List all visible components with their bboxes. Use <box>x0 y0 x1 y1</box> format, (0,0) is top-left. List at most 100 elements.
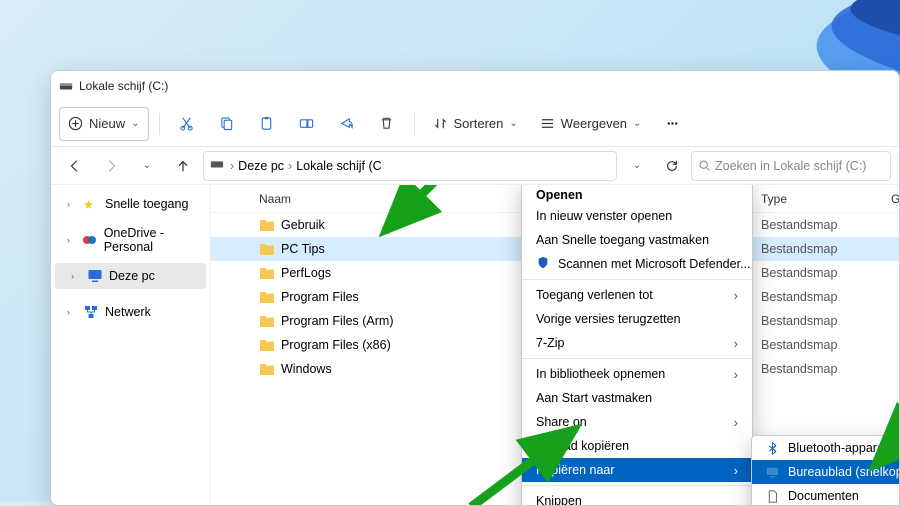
sort-button-label: Sorteren <box>454 116 504 131</box>
menu-item-copy-as-path[interactable]: Als pad kopiëren <box>522 434 752 458</box>
sidebar-item-network[interactable]: › Netwerk <box>51 299 210 325</box>
chevron-right-icon: › <box>67 235 76 245</box>
sidebar-item-label: Netwerk <box>105 305 151 319</box>
cell-name: Program Files (Arm) <box>281 314 394 328</box>
cell-type: Bestandsmap <box>761 218 891 232</box>
chevron-right-icon: › <box>67 199 77 209</box>
more-button[interactable] <box>655 107 689 141</box>
command-bar: Nieuw ⌄ Sorteren ⌄ Weergeven <box>51 101 899 147</box>
forward-button[interactable] <box>95 151 127 181</box>
context-menu-header: Openen <box>522 185 752 204</box>
cell-name: Windows <box>281 362 332 376</box>
folder-icon <box>259 266 275 280</box>
new-button[interactable]: Nieuw ⌄ <box>59 107 149 141</box>
right-columns: Type Grootte Bestandsmap Bestandsmap Bes… <box>761 185 899 381</box>
sidebar-item-label: Deze pc <box>109 269 155 283</box>
network-icon <box>83 304 99 320</box>
menu-item-defender-scan[interactable]: Scannen met Microsoft Defender... <box>522 252 752 276</box>
cell-name: Program Files <box>281 290 359 304</box>
chevron-right-icon: › <box>230 159 234 173</box>
sidebar-item-this-pc[interactable]: › Deze pc <box>55 263 206 289</box>
submenu-item-desktop-shortcut[interactable]: Bureaublad (snelkoppeling maken) <box>752 460 899 484</box>
search-input[interactable]: Zoeken in Lokale schijf (C:) <box>691 151 891 181</box>
cell-name: Program Files (x86) <box>281 338 391 352</box>
column-header-size[interactable]: Grootte <box>891 192 899 206</box>
chevron-down-icon: ⌄ <box>143 160 151 171</box>
cell-type: Bestandsmap <box>761 314 891 328</box>
cell-name: PC Tips <box>281 242 325 256</box>
rename-button[interactable] <box>290 107 324 141</box>
column-header-type[interactable]: Type <box>761 192 891 206</box>
cell-type: Bestandsmap <box>761 266 891 280</box>
delete-button[interactable] <box>370 107 404 141</box>
nav-row: ⌄ › Deze pc › Lokale schijf (C ⌄ Zoeken … <box>51 147 899 185</box>
chevron-right-icon: › <box>67 307 77 317</box>
folder-icon <box>259 242 275 256</box>
sort-button[interactable]: Sorteren ⌄ <box>425 107 526 141</box>
copy-button[interactable] <box>210 107 244 141</box>
chevron-right-icon: › <box>71 271 81 281</box>
recent-button[interactable]: ⌄ <box>131 151 163 181</box>
search-icon <box>698 159 711 172</box>
file-explorer-window: Lokale schijf (C:) Nieuw ⌄ Sort <box>50 70 900 506</box>
back-button[interactable] <box>59 151 91 181</box>
explorer-body: › ★ Snelle toegang › OneDrive - Personal… <box>51 185 899 505</box>
cell-type: Bestandsmap <box>761 362 891 376</box>
search-placeholder: Zoeken in Lokale schijf (C:) <box>715 159 866 173</box>
shield-icon <box>536 256 550 273</box>
monitor-icon <box>87 268 103 284</box>
paste-button[interactable] <box>250 107 284 141</box>
view-button[interactable]: Weergeven ⌄ <box>532 107 650 141</box>
cell-name: PerfLogs <box>281 266 331 280</box>
separator <box>414 113 415 135</box>
chevron-down-icon: ⌄ <box>131 118 139 129</box>
menu-item-copy-to[interactable]: Kopiëren naar <box>522 458 752 482</box>
chevron-down-icon: ⌄ <box>509 118 517 129</box>
sidebar-item-label: Snelle toegang <box>105 197 188 211</box>
sidebar-item-onedrive[interactable]: › OneDrive - Personal <box>51 227 210 253</box>
new-button-label: Nieuw <box>89 116 125 131</box>
folder-icon <box>259 314 275 328</box>
sidebar-item-quick-access[interactable]: › ★ Snelle toegang <box>51 191 210 217</box>
menu-item-pin-quick-access[interactable]: Aan Snelle toegang vastmaken <box>522 228 752 252</box>
menu-item-include-library[interactable]: In bibliotheek opnemen <box>522 362 752 386</box>
share-button[interactable] <box>330 107 364 141</box>
desktop-icon <box>764 466 780 479</box>
cut-button[interactable] <box>170 107 204 141</box>
submenu-item-documents[interactable]: Documenten <box>752 484 899 505</box>
folder-icon <box>259 290 275 304</box>
menu-item-share-on[interactable]: Share on <box>522 410 752 434</box>
separator <box>159 113 160 135</box>
view-button-label: Weergeven <box>561 116 627 131</box>
cell-type: Bestandsmap <box>761 290 891 304</box>
breadcrumb[interactable]: › Deze pc › Lokale schijf (C <box>203 151 617 181</box>
menu-item-cut[interactable]: Knippen <box>522 489 752 505</box>
menu-item-grant-access[interactable]: Toegang verlenen tot <box>522 283 752 307</box>
bluetooth-icon <box>764 442 780 455</box>
file-list: Naam Gebruik PC Tips PerfLogs Program Fi… <box>211 185 899 505</box>
chevron-right-icon: › <box>288 159 292 173</box>
folder-icon <box>259 362 275 376</box>
folder-icon <box>259 338 275 352</box>
submenu-item-bluetooth[interactable]: Bluetooth-apparaat <box>752 436 899 460</box>
menu-item-pin-start[interactable]: Aan Start vastmaken <box>522 386 752 410</box>
menu-item-open-new-window[interactable]: In nieuw venster openen <box>522 204 752 228</box>
title-bar: Lokale schijf (C:) <box>51 71 899 101</box>
context-submenu: Bluetooth-apparaat Bureaublad (snelkoppe… <box>751 435 899 505</box>
refresh-button[interactable] <box>657 151 687 181</box>
up-button[interactable] <box>167 151 199 181</box>
menu-item-7zip[interactable]: 7-Zip <box>522 331 752 355</box>
breadcrumb-dropdown[interactable]: ⌄ <box>621 151 653 181</box>
menu-item-previous-versions[interactable]: Vorige versies terugzetten <box>522 307 752 331</box>
cell-type: Bestandsmap <box>761 242 891 256</box>
folder-icon <box>259 218 275 232</box>
drive-icon <box>210 157 224 174</box>
cell-name: Gebruik <box>281 218 325 232</box>
sidebar-item-label: OneDrive - Personal <box>104 226 202 254</box>
cell-type: Bestandsmap <box>761 338 891 352</box>
chevron-down-icon: ⌄ <box>633 160 641 171</box>
breadcrumb-segment[interactable]: Deze pc <box>238 159 284 173</box>
context-menu: Openen In nieuw venster openen Aan Snell… <box>521 185 753 505</box>
breadcrumb-segment[interactable]: Lokale schijf (C <box>296 159 381 173</box>
onedrive-icon <box>82 232 98 248</box>
